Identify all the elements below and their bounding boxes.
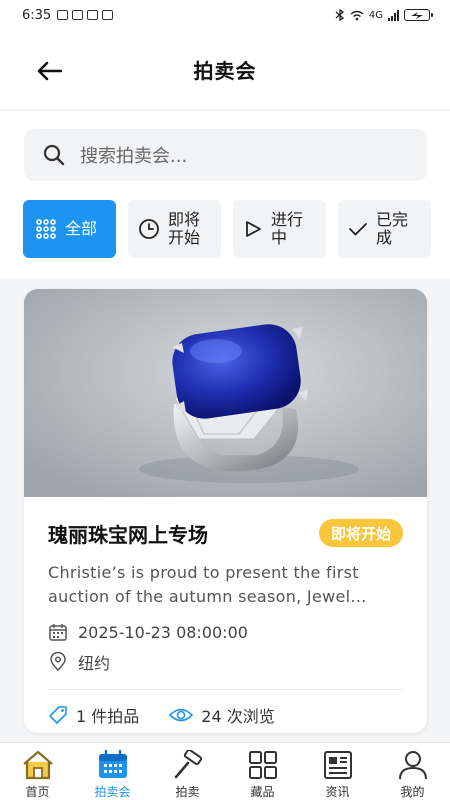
auction-card[interactable]: 瑰丽珠宝网上专场 即将开始 Christie’s is proud to pre… xyxy=(24,289,427,733)
auction-location: 纽约 xyxy=(78,654,111,673)
filter-label: 即将 开始 xyxy=(168,210,201,247)
user-icon xyxy=(395,750,431,780)
nav-label: 拍卖 xyxy=(175,785,200,799)
search-zone: 搜索拍卖会... 全部 即将 开始 进行 中 已完 成 xyxy=(0,111,450,279)
status-time: 6:35 xyxy=(22,7,52,23)
collection-grid-icon xyxy=(245,750,281,780)
search-input[interactable]: 搜索拍卖会... xyxy=(24,129,427,181)
nav-label: 首页 xyxy=(25,785,50,799)
filter-label: 全部 xyxy=(65,219,98,238)
auction-location-row: 纽约 xyxy=(48,651,403,673)
play-icon xyxy=(246,221,261,237)
auction-description: Christie’s is proud to present the first… xyxy=(48,563,367,606)
card-stats: 1 件拍品 24 次浏览 xyxy=(48,690,403,733)
filter-upcoming-button[interactable]: 即将 开始 xyxy=(128,200,221,258)
arrow-left-icon xyxy=(37,61,62,81)
search-placeholder: 搜索拍卖会... xyxy=(80,146,188,167)
auction-card-body: 瑰丽珠宝网上专场 即将开始 Christie’s is proud to pre… xyxy=(24,497,427,733)
calendar-icon xyxy=(95,750,131,780)
status-left: 6:35 xyxy=(22,7,114,23)
nav-collection[interactable]: 藏品 xyxy=(225,743,300,800)
nav-label: 藏品 xyxy=(250,785,275,799)
nav-label: 我的 xyxy=(400,785,425,799)
grid-icon xyxy=(36,219,56,239)
notification-icon xyxy=(102,10,114,20)
notification-icon xyxy=(87,10,99,20)
filter-all-button[interactable]: 全部 xyxy=(23,200,116,258)
calendar-icon xyxy=(49,624,67,641)
card-title-row: 瑰丽珠宝网上专场 即将开始 xyxy=(48,513,403,553)
filter-label: 进行 中 xyxy=(271,210,304,247)
nav-home[interactable]: 首页 xyxy=(0,743,75,800)
auction-cover-image xyxy=(24,289,427,497)
page-title: 拍卖会 xyxy=(193,59,257,83)
news-icon xyxy=(320,750,356,780)
sapphire-ring-image xyxy=(24,289,427,497)
clock-icon xyxy=(139,219,159,239)
home-icon xyxy=(20,750,56,780)
nav-label: 拍卖会 xyxy=(94,785,131,799)
charging-icon xyxy=(411,11,423,19)
hammer-icon xyxy=(170,750,206,780)
battery-icon xyxy=(404,9,433,21)
status-bar: 6:35 4G xyxy=(0,0,450,30)
lots-count: 1 件拍品 xyxy=(48,703,139,727)
views-count-label: 24 次浏览 xyxy=(201,707,275,726)
tag-icon xyxy=(49,706,67,724)
lots-count-label: 1 件拍品 xyxy=(76,707,140,726)
auction-datetime-row: 2025-10-23 08:00:00 xyxy=(48,621,403,643)
filter-completed-button[interactable]: 已完 成 xyxy=(338,200,431,258)
nav-label: 资讯 xyxy=(325,785,350,799)
notification-icon xyxy=(57,10,69,20)
auction-title: 瑰丽珠宝网上专场 xyxy=(48,522,208,547)
location-pin-icon xyxy=(50,652,66,672)
search-icon xyxy=(43,144,65,166)
wifi-icon xyxy=(350,10,364,20)
nav-news[interactable]: 资讯 xyxy=(300,743,375,800)
eye-icon xyxy=(169,708,194,722)
status-right: 4G xyxy=(335,9,433,21)
check-icon xyxy=(349,223,367,236)
app-header: 拍卖会 xyxy=(0,30,450,110)
filter-label: 已完 成 xyxy=(376,210,409,247)
status-badge: 即将开始 xyxy=(318,519,403,547)
bluetooth-icon xyxy=(335,9,344,21)
filter-tabs: 全部 即将 开始 进行 中 已完 成 xyxy=(23,200,431,258)
views-count: 24 次浏览 xyxy=(169,703,275,727)
notification-icons xyxy=(57,10,114,20)
signal-icon xyxy=(388,9,399,21)
nav-profile[interactable]: 我的 xyxy=(375,743,450,800)
filter-ongoing-button[interactable]: 进行 中 xyxy=(233,200,326,258)
back-button[interactable] xyxy=(32,58,66,84)
network-type: 4G xyxy=(368,9,383,21)
auction-datetime: 2025-10-23 08:00:00 xyxy=(78,622,248,642)
bottom-nav: 首页 拍卖会 拍卖 藏品 资讯 我的 xyxy=(0,742,450,800)
notification-icon xyxy=(72,10,84,20)
nav-bidding[interactable]: 拍卖 xyxy=(150,743,225,800)
nav-auctions[interactable]: 拍卖会 xyxy=(75,743,150,800)
